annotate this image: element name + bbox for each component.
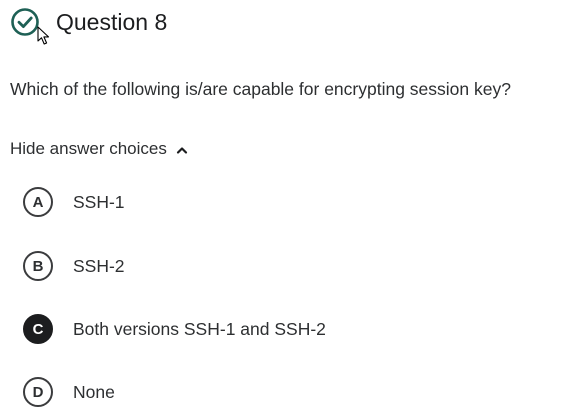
choice-label: SSH-2 xyxy=(73,256,125,276)
question-header xyxy=(10,4,40,40)
answer-choice-d[interactable]: D None xyxy=(23,377,115,407)
check-circle-icon xyxy=(11,8,39,36)
toggle-label: Hide answer choices xyxy=(10,139,167,158)
choice-letter-badge-selected: C xyxy=(23,314,53,344)
question-title: Question 8 xyxy=(56,9,168,35)
choice-letter-badge: A xyxy=(23,187,53,217)
choice-letter-badge: B xyxy=(23,251,53,281)
mouse-pointer-icon xyxy=(37,26,50,45)
chevron-up-icon xyxy=(176,147,187,154)
answer-choice-b[interactable]: B SSH-2 xyxy=(23,251,125,281)
choice-letter-badge: D xyxy=(23,377,53,407)
answer-choice-c[interactable]: C Both versions SSH-1 and SSH-2 xyxy=(23,314,326,344)
choice-label: Both versions SSH-1 and SSH-2 xyxy=(73,319,326,339)
question-prompt: Which of the following is/are capable fo… xyxy=(10,79,511,99)
hide-answer-choices-toggle[interactable]: Hide answer choices xyxy=(10,138,188,160)
choice-label: SSH-1 xyxy=(73,192,125,212)
choice-label: None xyxy=(73,382,115,402)
answer-choice-a[interactable]: A SSH-1 xyxy=(23,187,125,217)
